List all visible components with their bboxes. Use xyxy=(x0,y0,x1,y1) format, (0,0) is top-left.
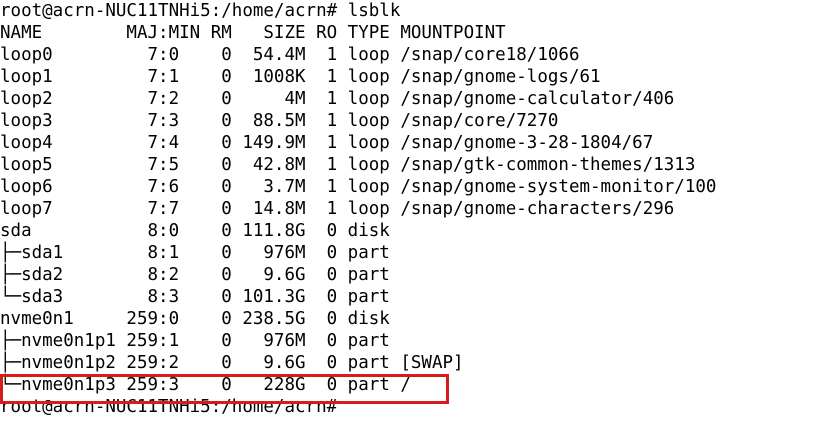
lsblk-row: ├─sda2 8:2 0 9.6G 0 part xyxy=(0,265,390,285)
terminal-window[interactable]: root@acrn-NUC11TNHi5:/home/acrn# lsblk N… xyxy=(0,0,829,422)
lsblk-row: loop0 7:0 0 54.4M 1 loop /snap/core18/10… xyxy=(0,45,580,65)
lsblk-row: nvme0n1 259:0 0 238.5G 0 disk xyxy=(0,309,390,329)
lsblk-row: sda 8:0 0 111.8G 0 disk xyxy=(0,221,390,241)
final-prompt[interactable]: root@acrn-NUC11TNHi5:/home/acrn# xyxy=(0,396,716,418)
lsblk-row: loop7 7:7 0 14.8M 1 loop /snap/gnome-cha… xyxy=(0,199,675,219)
command-line: root@acrn-NUC11TNHi5:/home/acrn# lsblk xyxy=(0,0,716,22)
lsblk-row: loop3 7:3 0 88.5M 1 loop /snap/core/7270 xyxy=(0,111,559,131)
command-text: lsblk xyxy=(347,1,401,21)
lsblk-row-highlighted: └─nvme0n1p3 259:3 0 228G 0 part / xyxy=(0,375,411,395)
lsblk-header: NAME MAJ:MIN RM SIZE RO TYPE MOUNTPOINT xyxy=(0,23,506,43)
lsblk-row: ├─nvme0n1p1 259:1 0 976M 0 part xyxy=(0,331,390,351)
lsblk-row: └─sda3 8:3 0 101.3G 0 part xyxy=(0,287,390,307)
lsblk-row: ├─nvme0n1p2 259:2 0 9.6G 0 part [SWAP] xyxy=(0,353,464,373)
lsblk-row: loop4 7:4 0 149.9M 1 loop /snap/gnome-3-… xyxy=(0,133,654,153)
terminal-output: root@acrn-NUC11TNHi5:/home/acrn# lsblk N… xyxy=(0,0,716,418)
lsblk-row: loop6 7:6 0 3.7M 1 loop /snap/gnome-syst… xyxy=(0,177,717,197)
lsblk-row: loop2 7:2 0 4M 1 loop /snap/gnome-calcul… xyxy=(0,89,675,109)
lsblk-row: loop1 7:1 0 1008K 1 loop /snap/gnome-log… xyxy=(0,67,601,87)
lsblk-row: loop5 7:5 0 42.8M 1 loop /snap/gtk-commo… xyxy=(0,155,696,175)
lsblk-row: ├─sda1 8:1 0 976M 0 part xyxy=(0,243,390,263)
shell-prompt: root@acrn-NUC11TNHi5:/home/acrn# xyxy=(0,1,338,21)
